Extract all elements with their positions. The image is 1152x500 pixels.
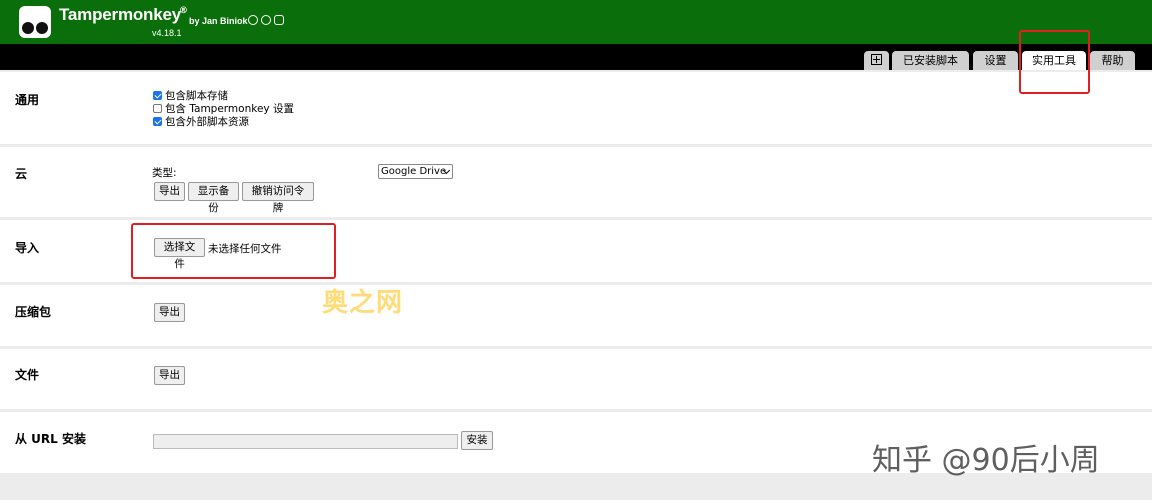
tab-settings[interactable]: 设置 [973, 51, 1018, 70]
option-label: 包含外部脚本资源 [165, 116, 249, 128]
section-title: 从 URL 安装 [15, 432, 86, 446]
section-title: 通用 [15, 93, 40, 107]
type-label: 类型: [152, 167, 177, 179]
section-title: 压缩包 [15, 305, 52, 319]
author-byline: by Jan Biniok [189, 16, 248, 26]
section-zip: 压缩包 导出 [0, 285, 1152, 346]
checkbox[interactable] [153, 104, 162, 113]
facebook-icon[interactable] [261, 15, 271, 25]
tab-bar: 已安装脚本 设置 实用工具 帮助 [0, 44, 1152, 70]
checkbox[interactable] [153, 117, 162, 126]
install-button[interactable]: 安装 [461, 431, 493, 450]
version-label: v4.18.1 [152, 28, 182, 38]
section-title: 云 [15, 167, 28, 181]
add-script-icon [871, 54, 882, 65]
select-value: Google Drive [381, 166, 447, 177]
section-cloud: 云 类型: Google Drive 导出 显示备份 撤销访问令牌 [0, 147, 1152, 217]
app-title: Tampermonkey [59, 5, 181, 24]
tampermonkey-logo-icon [19, 6, 51, 38]
tab-help[interactable]: 帮助 [1090, 51, 1135, 70]
add-script-tab[interactable] [864, 51, 889, 70]
github-icon[interactable] [248, 15, 258, 25]
revoke-token-button[interactable]: 撤销访问令牌 [242, 182, 314, 214]
section-title: 文件 [15, 368, 40, 382]
zip-export-button[interactable]: 导出 [154, 303, 185, 322]
tab-installed-scripts[interactable]: 已安装脚本 [892, 51, 969, 70]
app-header: Tampermonkey ® by Jan Biniok v4.18.1 [0, 0, 1152, 44]
cloud-type-select[interactable]: Google Drive [378, 164, 453, 179]
section-file: 文件 导出 [0, 349, 1152, 409]
section-title: 导入 [15, 241, 40, 255]
option-include-external-resources[interactable]: 包含外部脚本资源 [153, 115, 249, 128]
center-watermark: 奥之网 [322, 288, 404, 318]
corner-watermark: 知乎 @90后小周 [872, 443, 1100, 478]
registered-mark: ® [179, 6, 188, 16]
tampermonkey-utilities-page: Tampermonkey ® by Jan Biniok v4.18.1 已安装… [0, 0, 1152, 500]
highlight-box-import [131, 223, 336, 279]
cloud-export-button[interactable]: 导出 [154, 182, 185, 201]
instagram-icon[interactable] [274, 15, 284, 25]
url-input[interactable] [153, 434, 458, 449]
show-backups-button[interactable]: 显示备份 [188, 182, 239, 214]
highlight-box-utilities-tab [1019, 30, 1090, 94]
checkbox[interactable] [153, 91, 162, 100]
file-export-button[interactable]: 导出 [154, 366, 185, 385]
section-general: 通用 包含脚本存储 包含 Tampermonkey 设置 包含外部脚本资源 [0, 72, 1152, 144]
